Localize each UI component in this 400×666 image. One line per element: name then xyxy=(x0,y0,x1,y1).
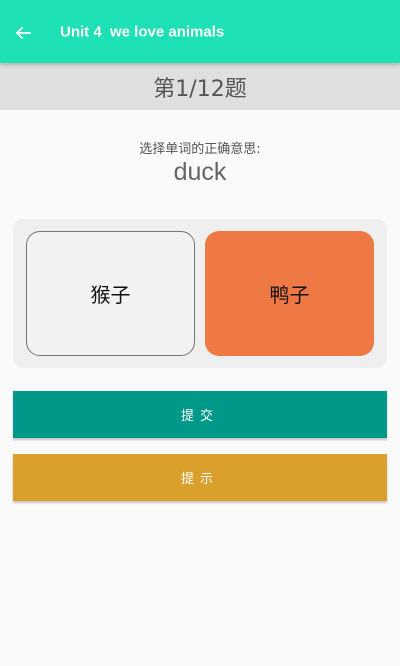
app-title: Unit 4 we love animals xyxy=(60,23,225,41)
quiz-screen: Unit 4 we love animals 第1/12题 选择单词的正确意思:… xyxy=(0,0,400,666)
options-panel: 猴子 鸭子 xyxy=(13,219,387,368)
submit-button[interactable]: 提交 xyxy=(13,391,387,438)
progress-band: 第1/12题 xyxy=(0,63,400,110)
arrow-left-icon xyxy=(15,26,31,40)
option-monkey[interactable]: 猴子 xyxy=(26,231,195,356)
option-duck[interactable]: 鸭子 xyxy=(205,231,374,356)
back-button[interactable] xyxy=(8,18,38,48)
app-bar: Unit 4 we love animals xyxy=(0,0,400,63)
option-label: 鸭子 xyxy=(269,283,310,307)
question-progress: 第1/12题 xyxy=(153,76,247,102)
hint-button[interactable]: 提示 xyxy=(13,454,387,501)
question-word: duck xyxy=(173,158,227,186)
question-prompt: 选择单词的正确意思: xyxy=(139,142,261,157)
option-label: 猴子 xyxy=(90,283,131,307)
